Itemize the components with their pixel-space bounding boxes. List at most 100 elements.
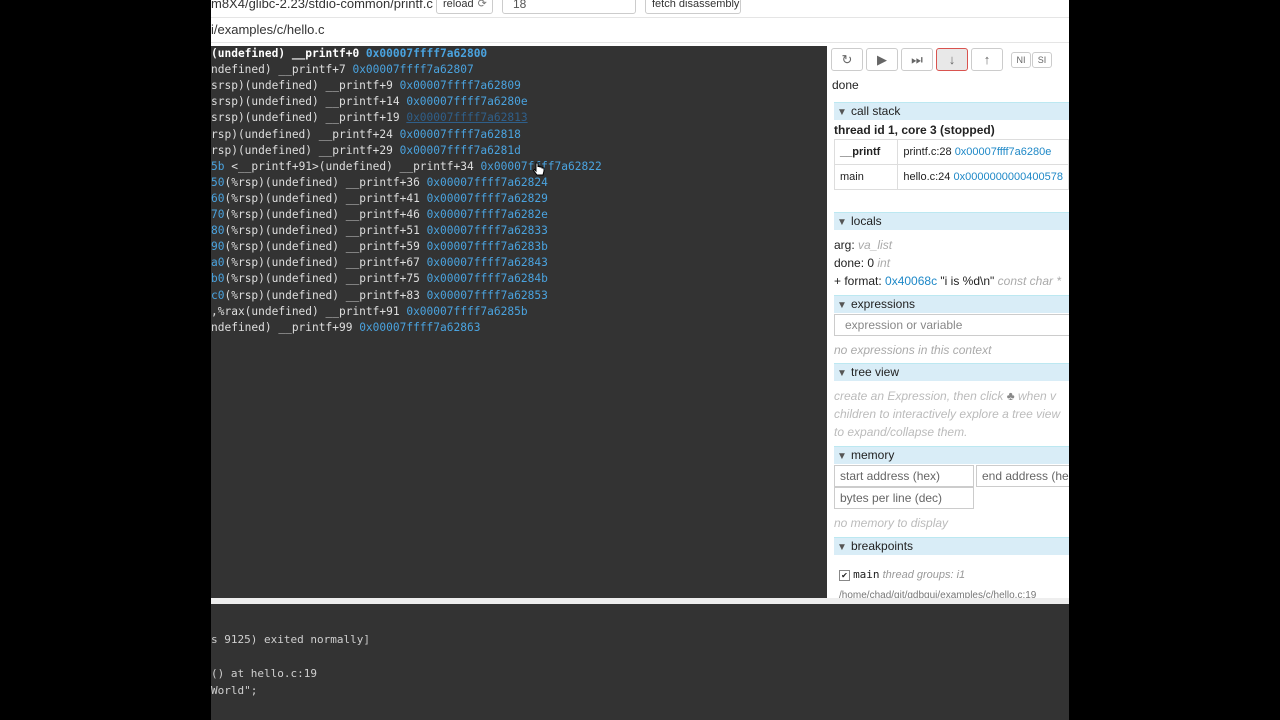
disassembly-line[interactable]: a0(%rsp)(undefined) __printf+67 0x00007f…	[211, 255, 548, 271]
disassembly-pane[interactable]: (undefined) __printf+0 0x00007ffff7a6280…	[211, 46, 827, 598]
tree-view-help-3: to expand/collapse them.	[834, 425, 968, 439]
chevron-down-icon: ▼	[837, 217, 847, 228]
gdb-console[interactable]: s 9125) exited normally] () at hello.c:1…	[211, 598, 1069, 720]
instruction-operand: 90	[211, 240, 225, 254]
disassembly-line[interactable]: srsp)(undefined) __printf+9 0x00007ffff7…	[211, 78, 521, 94]
disassembly-line[interactable]: 50(%rsp)(undefined) __printf+36 0x00007f…	[211, 175, 548, 191]
disassembly-line[interactable]: ndefined) __printf+99 0x00007ffff7a62863	[211, 320, 480, 336]
instruction-address-link[interactable]: 0x00007ffff7a62807	[352, 63, 473, 76]
instruction-address-link[interactable]: 0x00007ffff7a62863	[359, 321, 480, 334]
instruction-address-link[interactable]: 0x00007ffff7a6281d	[400, 144, 521, 157]
disassembly-line[interactable]: 80(%rsp)(undefined) __printf+51 0x00007f…	[211, 223, 548, 239]
memory-title: memory	[851, 448, 895, 462]
source-path[interactable]: m8X4/glibc-2.23/stdio-common/printf.c	[211, 0, 433, 11]
locals-title: locals	[851, 214, 882, 228]
instruction-address-link[interactable]: 0x00007ffff7a62829	[427, 192, 548, 205]
instruction-address-link[interactable]: 0x00007ffff7a6285b	[406, 305, 527, 318]
instruction-operand: a0	[211, 256, 225, 270]
step-instruction-button[interactable]: SI	[1032, 52, 1052, 68]
thread-status: thread id 1, core 3 (stopped)	[834, 123, 995, 137]
instruction-text: ndefined) __printf+7	[211, 63, 353, 77]
step-out-button[interactable]: ↑	[971, 48, 1003, 71]
instruction-text: srsp)(undefined) __printf+14	[211, 95, 407, 109]
next-instruction-button[interactable]: NI	[1011, 52, 1031, 68]
instruction-operand: 60	[211, 191, 225, 205]
step-over-icon: ⏭	[911, 52, 923, 67]
restart-button[interactable]: ↻	[831, 48, 863, 71]
instruction-address-link[interactable]: 0x00007ffff7a6283b	[427, 240, 548, 253]
breakpoint-path[interactable]: /home/chad/git/gdbgui/examples/c/hello.c…	[839, 590, 1036, 598]
console-line: () at hello.c:19	[211, 667, 317, 680]
instruction-address-link[interactable]: 0x00007ffff7a62818	[400, 128, 521, 141]
local-format[interactable]: + format: 0x40068c "i is %d\n" const cha…	[834, 274, 1061, 288]
right-sidebar: ↻ ▶ ⏭ ↓ ↑ NI SI done ▼ call stack thread …	[831, 46, 1069, 598]
instruction-address-link[interactable]: 0x00007ffff7a62833	[427, 224, 548, 237]
instruction-text: (%rsp)(undefined) __printf+83	[224, 288, 427, 302]
disassembly-line[interactable]: (undefined) __printf+0 0x00007ffff7a6280…	[211, 46, 487, 62]
disassembly-line[interactable]: 90(%rsp)(undefined) __printf+59 0x00007f…	[211, 239, 548, 255]
frame-address[interactable]: 0x00007ffff7a6280e	[955, 146, 1052, 158]
reload-button[interactable]: reload ⟳	[436, 0, 493, 14]
expressions-title: expressions	[851, 297, 916, 311]
disassembly-line[interactable]: c0(%rsp)(undefined) __printf+83 0x00007f…	[211, 288, 548, 304]
disassembly-line[interactable]: ndefined) __printf+7 0x00007ffff7a62807	[211, 62, 474, 78]
instruction-text: ,%rax(undefined) __printf+91	[211, 304, 407, 318]
memory-bytes-input[interactable]: bytes per line (dec)	[834, 487, 974, 509]
memory-header[interactable]: ▼ memory	[834, 446, 1069, 464]
console-line: s 9125) exited normally]	[211, 633, 370, 646]
instruction-address-link[interactable]: 0x00007ffff7a62843	[427, 256, 548, 269]
expressions-header[interactable]: ▼ expressions	[834, 295, 1069, 313]
memory-end-input[interactable]: end address (hex)	[976, 465, 1069, 487]
disassembly-line[interactable]: srsp)(undefined) __printf+19 0x00007ffff…	[211, 110, 528, 126]
local-done: done: 0 int	[834, 256, 890, 270]
local-format-value: "i is %d\n"	[937, 274, 995, 288]
breakpoint-checkbox[interactable]: ✔	[839, 569, 850, 581]
file-path-bar: i/examples/c/hello.c	[211, 17, 1069, 43]
line-number-input[interactable]: 18	[502, 0, 636, 14]
next-button[interactable]: ⏭	[901, 48, 933, 71]
local-format-address[interactable]: 0x40068c	[885, 274, 937, 288]
call-stack-header[interactable]: ▼ call stack	[834, 102, 1069, 120]
disassembly-line[interactable]: b0(%rsp)(undefined) __printf+75 0x00007f…	[211, 271, 548, 287]
disassembly-line[interactable]: rsp)(undefined) __printf+29 0x00007ffff7…	[211, 143, 521, 159]
frame-address[interactable]: 0x0000000000400578	[953, 171, 1063, 183]
local-arg: arg: va_list	[834, 238, 892, 252]
disassembly-line[interactable]: 70(%rsp)(undefined) __printf+46 0x00007f…	[211, 207, 548, 223]
fetch-disassembly-button[interactable]: fetch disassembly	[645, 0, 741, 14]
disassembly-line[interactable]: rsp)(undefined) __printf+24 0x00007ffff7…	[211, 127, 521, 143]
disassembly-line[interactable]: ,%rax(undefined) __printf+91 0x00007ffff…	[211, 304, 528, 320]
frame-function: __printf	[833, 139, 899, 165]
instruction-address-link[interactable]: 0x00007ffff7a6284b	[427, 272, 548, 285]
chevron-down-icon: ▼	[837, 300, 847, 311]
tree-view-header[interactable]: ▼ tree view	[834, 363, 1069, 381]
chevron-down-icon: ▼	[837, 542, 847, 553]
step-into-button[interactable]: ↓	[936, 48, 968, 71]
stack-frame-row[interactable]: main hello.c:24 0x0000000000400578	[833, 164, 1069, 190]
source-toolbar: m8X4/glibc-2.23/stdio-common/printf.c re…	[211, 0, 1069, 17]
instruction-address-link[interactable]: 0x00007ffff7a62813	[406, 111, 527, 124]
locals-header[interactable]: ▼ locals	[834, 212, 1069, 230]
disassembly-line[interactable]: srsp)(undefined) __printf+14 0x00007ffff…	[211, 94, 528, 110]
instruction-operand: 70	[211, 208, 225, 221]
instruction-address-link[interactable]: 0x00007ffff7a6280e	[406, 95, 527, 108]
play-icon: ▶	[877, 52, 887, 67]
stack-frame-row[interactable]: __printf printf.c:28 0x00007ffff7a6280e	[833, 139, 1069, 165]
disassembly-line[interactable]: 60(%rsp)(undefined) __printf+41 0x00007f…	[211, 191, 548, 207]
expression-input[interactable]: expression or variable	[834, 314, 1069, 336]
memory-start-input[interactable]: start address (hex)	[834, 465, 974, 487]
current-file-path: i/examples/c/hello.c	[211, 22, 325, 37]
console-line: World";	[211, 684, 258, 697]
instruction-address-link[interactable]: 0x00007ffff7a62809	[400, 79, 521, 92]
memory-empty: no memory to display	[834, 516, 949, 530]
restart-icon: ↻	[841, 52, 853, 67]
breakpoints-header[interactable]: ▼ breakpoints	[834, 537, 1069, 555]
instruction-address-link[interactable]: 0x00007ffff7a6282e	[427, 208, 548, 221]
continue-button[interactable]: ▶	[866, 48, 898, 71]
refresh-icon: ⟳	[477, 0, 487, 10]
local-format-name: + format:	[834, 274, 886, 288]
instruction-address-link[interactable]: 0x00007ffff7a62800	[366, 47, 487, 60]
instruction-address-link[interactable]: 0x00007ffff7a62824	[427, 176, 548, 189]
instruction-address-link[interactable]: 0x00007ffff7a62853	[427, 289, 548, 302]
instruction-operand: c0	[211, 288, 225, 302]
instruction-text: <__printf+91>(undefined) __printf+34	[224, 159, 481, 173]
